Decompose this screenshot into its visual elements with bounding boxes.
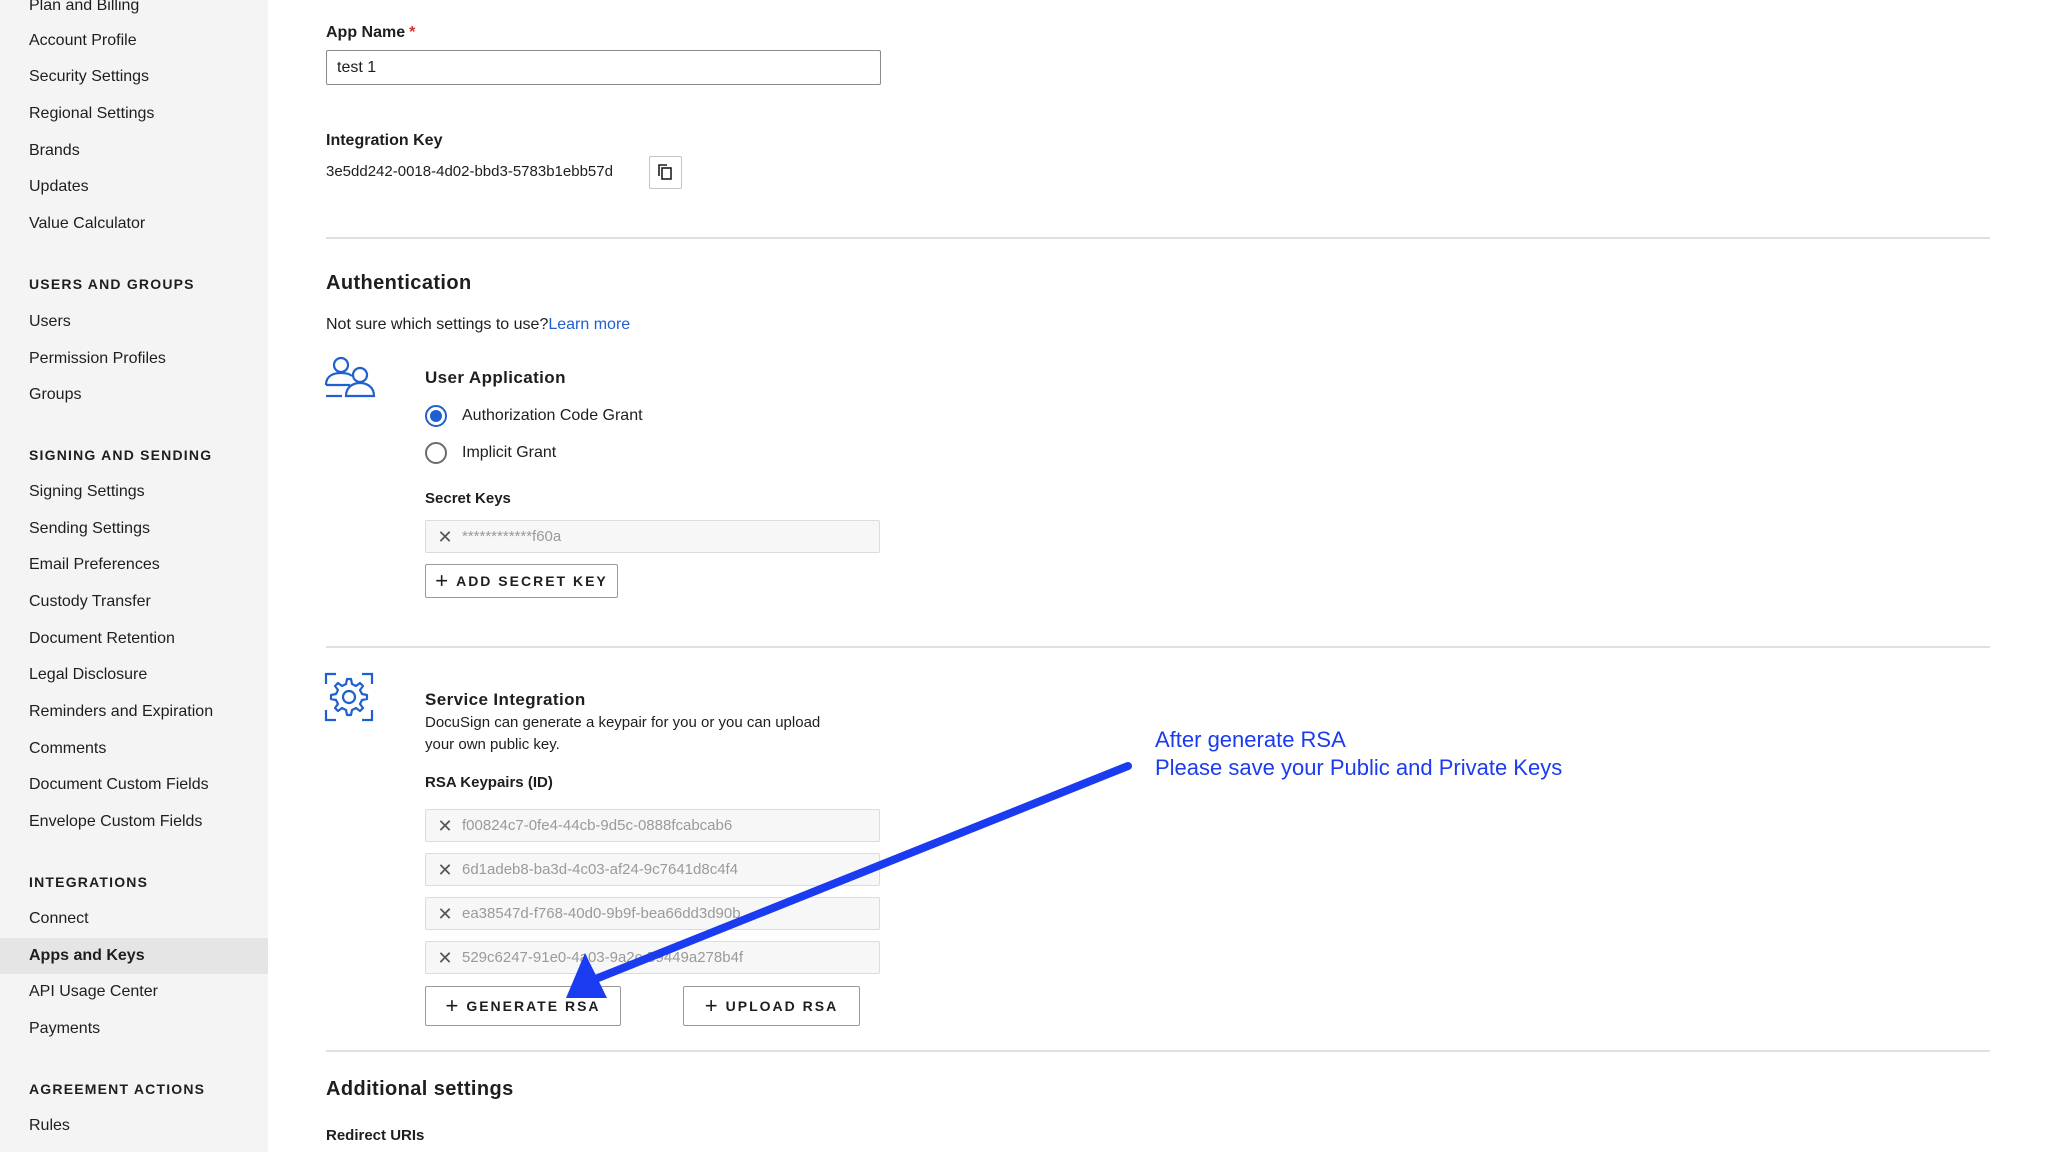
sidebar-item-security-settings[interactable]: Security Settings: [0, 59, 268, 95]
rsa-keypair-id: 529c6247-91e0-4a03-9a2c-59449a278b4f: [462, 949, 744, 966]
sidebar-item-signing-settings[interactable]: Signing Settings: [0, 474, 268, 510]
remove-icon[interactable]: ✕: [434, 815, 456, 837]
user-application-title: User Application: [425, 368, 566, 387]
rsa-keypair-row: ✕ ea38547d-f768-40d0-9b9f-bea66dd3d90b: [425, 897, 880, 930]
sidebar-item-reminders-and-expiration[interactable]: Reminders and Expiration: [0, 694, 268, 730]
secret-key-value: ************f60a: [462, 528, 562, 545]
divider: [326, 237, 1990, 239]
app-name-input[interactable]: [326, 50, 881, 85]
sidebar-item-account-profile[interactable]: Account Profile: [0, 23, 268, 59]
users-icon: [324, 356, 376, 398]
sidebar-item-regional-settings[interactable]: Regional Settings: [0, 96, 268, 132]
authentication-title: Authentication: [326, 272, 472, 294]
rsa-keypair-id: f00824c7-0fe4-44cb-9d5c-0888fcabcab6: [462, 817, 733, 834]
upload-rsa-label: UPLOAD RSA: [725, 998, 839, 1014]
sidebar-item-comments[interactable]: Comments: [0, 731, 268, 767]
authentication-help: Not sure which settings to use?Learn mor…: [326, 314, 630, 336]
sidebar: Plan and Billing Account Profile Securit…: [0, 0, 268, 1152]
secret-keys-label: Secret Keys: [425, 490, 511, 507]
add-secret-key-label: ADD SECRET KEY: [456, 573, 608, 589]
learn-more-link[interactable]: Learn more: [548, 316, 630, 333]
authentication-help-text: Not sure which settings to use?: [326, 316, 549, 333]
sidebar-item-sending-settings[interactable]: Sending Settings: [0, 511, 268, 547]
integration-key-value: 3e5dd242-0018-4d02-bbd3-5783b1ebb57d: [326, 163, 613, 180]
sidebar-item-rules[interactable]: Rules: [0, 1108, 268, 1144]
rsa-keypair-row: ✕ 6d1adeb8-ba3d-4c03-af24-9c7641d8c4f4: [425, 853, 880, 886]
copy-integration-key-button[interactable]: [649, 156, 682, 189]
remove-icon[interactable]: ✕: [434, 859, 456, 881]
generate-rsa-button[interactable]: + GENERATE RSA: [425, 986, 621, 1026]
rsa-keypair-row: ✕ 529c6247-91e0-4a03-9a2c-59449a278b4f: [425, 941, 880, 974]
required-mark: *: [409, 24, 416, 41]
main-content: App Name* Integration Key 3e5dd242-0018-…: [268, 0, 2048, 1152]
authorization-code-grant-radio[interactable]: [425, 405, 447, 427]
sidebar-item-value-calculator[interactable]: Value Calculator: [0, 206, 268, 242]
remove-icon[interactable]: ✕: [434, 526, 456, 548]
additional-settings-title: Additional settings: [326, 1078, 514, 1100]
implicit-grant-label: Implicit Grant: [462, 444, 557, 461]
rsa-keypair-id: 6d1adeb8-ba3d-4c03-af24-9c7641d8c4f4: [462, 861, 739, 878]
sidebar-header-integrations: INTEGRATIONS: [29, 874, 149, 890]
gear-icon: [324, 672, 374, 722]
description-line-2: your own public key.: [425, 736, 560, 753]
upload-rsa-button[interactable]: + UPLOAD RSA: [683, 986, 860, 1026]
sidebar-header-signing-and-sending: SIGNING AND SENDING: [29, 447, 213, 463]
secret-key-row: ✕ ************f60a: [425, 520, 880, 553]
sidebar-header-users-and-groups: USERS AND GROUPS: [29, 276, 195, 292]
rsa-keypair-id: ea38547d-f768-40d0-9b9f-bea66dd3d90b: [462, 905, 741, 922]
sidebar-item-users[interactable]: Users: [0, 304, 268, 340]
copy-icon: [658, 164, 672, 180]
annotation-line-2: Please save your Public and Private Keys: [1155, 755, 1563, 780]
sidebar-header-agreement-actions: AGREEMENT ACTIONS: [29, 1081, 206, 1097]
generate-rsa-label: GENERATE RSA: [466, 998, 601, 1014]
sidebar-item-groups[interactable]: Groups: [0, 377, 268, 413]
plus-icon: +: [435, 568, 449, 593]
sidebar-item-email-preferences[interactable]: Email Preferences: [0, 547, 268, 583]
add-secret-key-button[interactable]: + ADD SECRET KEY: [425, 564, 618, 598]
plus-icon: +: [445, 993, 459, 1018]
sidebar-item-custody-transfer[interactable]: Custody Transfer: [0, 584, 268, 620]
divider: [326, 646, 1990, 648]
divider: [326, 1050, 1990, 1052]
remove-icon[interactable]: ✕: [434, 903, 456, 925]
sidebar-item-payments[interactable]: Payments: [0, 1011, 268, 1047]
sidebar-item-brands[interactable]: Brands: [0, 133, 268, 169]
sidebar-item-api-usage-center[interactable]: API Usage Center: [0, 974, 268, 1010]
app-name-label-text: App Name: [326, 24, 406, 41]
annotation-text: After generate RSA Please save your Publ…: [1155, 726, 1562, 782]
integration-key-label: Integration Key: [326, 132, 443, 149]
implicit-grant-radio[interactable]: [425, 442, 447, 464]
sidebar-item-connect[interactable]: Connect: [0, 901, 268, 937]
sidebar-item-envelope-custom-fields[interactable]: Envelope Custom Fields: [0, 804, 268, 840]
sidebar-item-legal-disclosure[interactable]: Legal Disclosure: [0, 657, 268, 693]
plus-icon: +: [704, 993, 718, 1018]
description-line-1: DocuSign can generate a keypair for you …: [425, 714, 821, 731]
sidebar-item-permission-profiles[interactable]: Permission Profiles: [0, 341, 268, 377]
service-integration-description: DocuSign can generate a keypair for you …: [425, 712, 820, 756]
rsa-keypairs-label: RSA Keypairs (ID): [425, 774, 553, 791]
sidebar-item-plan-and-billing[interactable]: Plan and Billing: [0, 0, 268, 24]
sidebar-item-document-retention[interactable]: Document Retention: [0, 621, 268, 657]
remove-icon[interactable]: ✕: [434, 947, 456, 969]
sidebar-item-updates[interactable]: Updates: [0, 169, 268, 205]
authorization-code-grant-label: Authorization Code Grant: [462, 407, 643, 424]
app-name-label: App Name *: [326, 24, 415, 42]
annotation-line-1: After generate RSA: [1155, 727, 1346, 752]
redirect-uris-label: Redirect URIs: [326, 1127, 425, 1144]
sidebar-item-document-custom-fields[interactable]: Document Custom Fields: [0, 767, 268, 803]
service-integration-title: Service Integration: [425, 690, 586, 709]
sidebar-item-apps-and-keys[interactable]: Apps and Keys: [0, 938, 268, 974]
rsa-keypair-row: ✕ f00824c7-0fe4-44cb-9d5c-0888fcabcab6: [425, 809, 880, 842]
